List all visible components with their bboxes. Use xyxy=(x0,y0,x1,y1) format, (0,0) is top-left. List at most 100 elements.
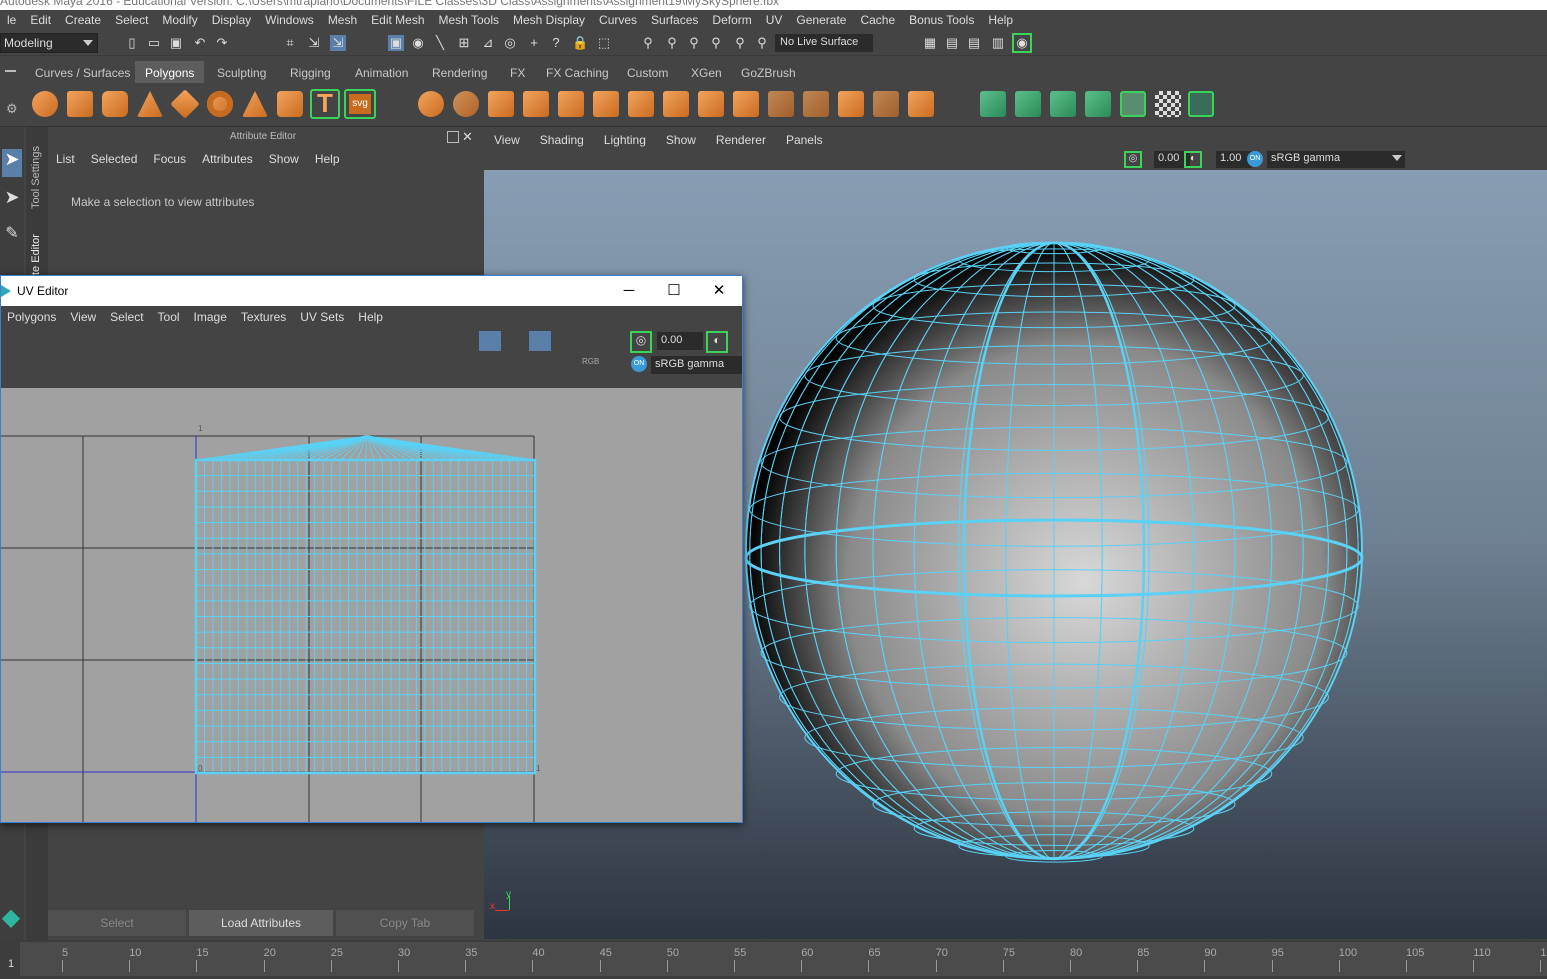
lasso-tool-icon[interactable]: ➤ xyxy=(2,187,22,208)
gamma-icon[interactable]: ◐ xyxy=(1184,151,1202,168)
poly-plane-icon[interactable] xyxy=(170,89,200,119)
tool-settings-tab[interactable]: Tool Settings xyxy=(30,146,42,209)
minimize-button[interactable]: ─ xyxy=(607,278,651,304)
menu-edit[interactable]: Edit xyxy=(23,13,58,27)
uv-menu-help[interactable]: Help xyxy=(358,307,391,327)
mode-selector[interactable]: Modeling xyxy=(0,33,98,53)
redo-icon[interactable]: ↷ xyxy=(214,35,230,51)
color-management-icon[interactable]: ON xyxy=(1247,151,1263,167)
poly-cube-icon[interactable] xyxy=(67,91,93,117)
unfold-icon[interactable] xyxy=(1120,91,1146,117)
attr-menu-list[interactable]: List xyxy=(48,152,83,172)
construction-history-icon[interactable]: ⚲ xyxy=(640,35,656,51)
lasso-icon[interactable]: ⚲ xyxy=(664,35,680,51)
insert-edge-loop-icon[interactable] xyxy=(803,91,829,117)
hypershade-icon[interactable]: ◉ xyxy=(1012,33,1032,53)
exposure-icon[interactable]: ◎ xyxy=(1124,151,1142,168)
viewport-menu-renderer[interactable]: Renderer xyxy=(706,131,776,149)
load-attributes-button[interactable]: Load Attributes xyxy=(189,910,333,936)
magnet-icon[interactable]: ⚲ xyxy=(686,35,702,51)
close-panel-icon[interactable]: ✕ xyxy=(462,129,473,145)
select-tool-icon[interactable]: ➤ xyxy=(2,149,22,177)
select-tool-icon[interactable]: ⬚ xyxy=(596,35,612,51)
copy-tab-button[interactable]: Copy Tab xyxy=(336,910,474,936)
menu-bonus-tools[interactable]: Bonus Tools xyxy=(902,13,981,27)
shelf-tab-custom[interactable]: Custom xyxy=(617,61,678,83)
attr-menu-selected[interactable]: Selected xyxy=(83,152,146,172)
extrude-icon[interactable] xyxy=(593,91,619,117)
menu-mesh-tools[interactable]: Mesh Tools xyxy=(432,13,506,27)
snap-point-icon[interactable]: ◉ xyxy=(410,35,426,51)
shelf-menu-icon[interactable] xyxy=(5,70,16,72)
shelf-tab-polygons[interactable]: Polygons xyxy=(135,61,205,83)
menu-generate[interactable]: Generate xyxy=(789,13,853,27)
select-component-icon[interactable]: ⇲ xyxy=(330,35,346,51)
attribute-editor-tab[interactable]: te Editor xyxy=(30,234,42,275)
chevron-down-icon[interactable] xyxy=(1392,155,1402,166)
timeline-track[interactable] xyxy=(20,942,1547,976)
color-management-icon[interactable]: ON xyxy=(631,356,647,372)
poly-torus-icon[interactable] xyxy=(207,91,233,117)
poly-cone-icon[interactable] xyxy=(137,91,163,117)
select-object-icon[interactable]: ⇲ xyxy=(306,35,322,51)
shelf-tab-fx[interactable]: FX xyxy=(500,61,535,83)
viewport-menu-view[interactable]: View xyxy=(484,131,530,149)
crosshair-icon[interactable]: + xyxy=(526,35,542,51)
snap-view-plane-icon[interactable]: ⊞ xyxy=(456,35,472,51)
multi-cut-icon[interactable] xyxy=(768,91,794,117)
uv-exposure-field[interactable]: 0.00 xyxy=(657,332,703,350)
float-panel-icon[interactable] xyxy=(447,131,459,143)
menu-le[interactable]: le xyxy=(0,13,23,27)
shelf-tab-xgen[interactable]: XGen xyxy=(681,61,732,83)
menu-help[interactable]: Help xyxy=(981,13,1020,27)
shelf-tab-sculpting[interactable]: Sculpting xyxy=(207,61,276,83)
uv-editor-icon[interactable] xyxy=(1188,91,1214,117)
poly-type-icon[interactable]: T xyxy=(310,89,340,119)
snap-grid-icon[interactable]: ▣ xyxy=(388,35,404,51)
poly-svg-icon[interactable]: svg xyxy=(344,89,376,119)
menu-mesh-display[interactable]: Mesh Display xyxy=(506,13,592,27)
select-button[interactable]: Select xyxy=(48,910,186,936)
gamma-icon[interactable]: ◐ xyxy=(706,331,728,353)
menu-uv[interactable]: UV xyxy=(759,13,790,27)
menu-windows[interactable]: Windows xyxy=(258,13,321,27)
open-scene-icon[interactable]: ▭ xyxy=(146,35,162,51)
uv-menu-image[interactable]: Image xyxy=(194,307,235,327)
shelf-tab-gozbrush[interactable]: GoZBrush xyxy=(731,61,806,83)
menu-create[interactable]: Create xyxy=(58,13,108,27)
bridge-icon[interactable] xyxy=(628,91,654,117)
render-frame-icon[interactable]: ▤ xyxy=(944,35,960,51)
undo-icon[interactable]: ↶ xyxy=(192,35,208,51)
menu-cache[interactable]: Cache xyxy=(853,13,902,27)
attr-menu-attributes[interactable]: Attributes xyxy=(194,152,261,172)
append-icon[interactable] xyxy=(698,91,724,117)
menu-deform[interactable]: Deform xyxy=(705,13,758,27)
magnet-live-icon[interactable]: ⚲ xyxy=(708,35,724,51)
separate-icon[interactable] xyxy=(453,91,479,117)
planar-map-icon[interactable] xyxy=(980,91,1006,117)
close-button[interactable]: ✕ xyxy=(697,278,741,304)
shelf-gear-icon[interactable]: ⚙ xyxy=(6,101,18,117)
mirror-icon[interactable] xyxy=(488,91,514,117)
paint-select-icon[interactable]: ✎ xyxy=(2,223,22,243)
time-slider[interactable]: 1 xyxy=(0,940,1547,979)
attr-menu-focus[interactable]: Focus xyxy=(145,152,194,172)
offset-edge-loop-icon[interactable] xyxy=(838,91,864,117)
uv-menu-select[interactable]: Select xyxy=(110,307,151,327)
viewport-menu-show[interactable]: Show xyxy=(656,131,706,149)
exposure-icon[interactable]: ◎ xyxy=(630,331,652,353)
viewport-menu-lighting[interactable]: Lighting xyxy=(594,131,656,149)
menu-surfaces[interactable]: Surfaces xyxy=(644,13,705,27)
attr-menu-help[interactable]: Help xyxy=(307,152,348,172)
smooth-icon[interactable] xyxy=(523,91,549,117)
snap-live-icon[interactable]: ⊿ xyxy=(480,35,496,51)
snap-target-icon[interactable]: ◎ xyxy=(502,35,518,51)
render-view-icon[interactable]: ▦ xyxy=(922,35,938,51)
select-hierarchy-icon[interactable]: ⌗ xyxy=(282,35,298,51)
rgb-channel-icon[interactable]: RGB xyxy=(582,357,599,366)
shelf-tab-fx-caching[interactable]: FX Caching xyxy=(536,61,619,83)
uv-menu-view[interactable]: View xyxy=(70,307,104,327)
magnet-curve-icon[interactable]: ⚲ xyxy=(732,35,748,51)
viewport-menu-panels[interactable]: Panels xyxy=(776,131,833,149)
shelf-tab-curves-surfaces[interactable]: Curves / Surfaces xyxy=(25,61,140,83)
